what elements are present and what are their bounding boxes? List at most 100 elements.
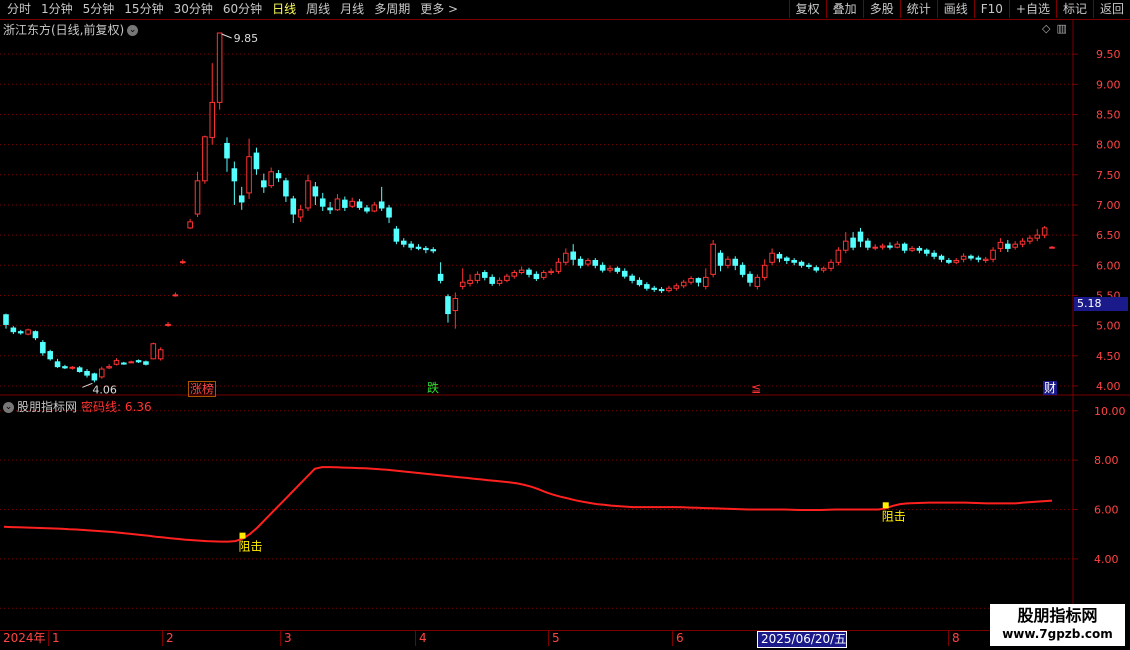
candle-body (180, 261, 186, 264)
candle-body (894, 243, 901, 248)
indicator-tick-label: 6.00 (1094, 504, 1119, 517)
password-line (3, 466, 1053, 543)
event-tag[interactable]: 涨榜 (188, 381, 217, 397)
price-tick-label: 9.50 (1096, 48, 1121, 61)
watermark-title: 股朋指标网 (1017, 606, 1098, 625)
candle-body (526, 269, 532, 275)
candle-body (997, 241, 1004, 249)
candle-body (1019, 240, 1026, 245)
candle-body (371, 204, 378, 212)
price-tick-label: 7.00 (1096, 199, 1121, 212)
candle-body (658, 288, 665, 292)
candle-body (10, 327, 17, 333)
candle-body (835, 249, 842, 263)
current-price-tag: 5.18 (1074, 297, 1128, 311)
event-tag[interactable]: ≦ (750, 381, 762, 395)
candle-body (91, 373, 98, 381)
candle-body (651, 287, 658, 290)
candle-body (268, 171, 274, 187)
candle-body (673, 285, 680, 289)
watermark: 股朋指标网 www.7gpzb.com (990, 604, 1125, 646)
candle-body (467, 279, 473, 284)
candle-body (710, 243, 716, 275)
price-tick-label: 6.50 (1096, 229, 1121, 242)
candle-body (496, 279, 503, 284)
candle-body (901, 243, 908, 251)
price-tick-label: 5.00 (1096, 320, 1121, 333)
candle-body (879, 245, 886, 248)
signal-label: 阻击 (882, 509, 906, 523)
candle-body (1005, 243, 1011, 249)
candle-body (813, 267, 820, 271)
date-label: 4 (415, 631, 427, 646)
candle-body (960, 255, 967, 260)
candle-body (769, 252, 775, 263)
candle-body (953, 259, 960, 263)
candle-body (32, 331, 39, 339)
price-tick-label: 4.00 (1096, 380, 1121, 393)
candle-body (157, 349, 164, 360)
candle-body (135, 360, 142, 363)
candle-body (938, 255, 945, 260)
candle-body (386, 207, 392, 218)
event-tag[interactable]: 跌 (426, 381, 440, 395)
candle-body (1012, 243, 1018, 248)
candle-body (482, 272, 488, 278)
date-label: 2024年 (3, 631, 46, 645)
candle-body (216, 32, 223, 103)
date-label: 3 (280, 631, 292, 646)
candle-body (577, 258, 584, 266)
candle-body (754, 276, 761, 287)
candle-body (437, 273, 444, 281)
candle-body (209, 101, 216, 138)
candle-body (784, 257, 790, 261)
candle-body (585, 259, 591, 265)
candle-body (246, 156, 252, 194)
candle-body (504, 275, 510, 281)
candle-body (621, 270, 628, 277)
candle-body (747, 273, 753, 283)
candle-body (518, 269, 525, 274)
candle-body (761, 264, 768, 278)
password-line-value: 密码线: 6.36 (81, 400, 152, 414)
date-label: 8 (948, 631, 960, 646)
candle-body (172, 294, 179, 297)
candle-body (297, 209, 304, 218)
candle-body (3, 314, 9, 325)
chevron-down-icon[interactable]: ⌄ (3, 402, 14, 413)
candle-body (688, 278, 694, 283)
candle-body (923, 249, 930, 254)
signal-marker (882, 502, 889, 509)
candle-body (990, 249, 996, 260)
date-label: 2 (162, 631, 174, 646)
candle-body (25, 329, 31, 335)
candle-body (946, 259, 952, 263)
candle-body (636, 279, 643, 286)
candle-body (1041, 227, 1048, 236)
candle-body (445, 296, 451, 315)
event-tag[interactable]: 财 (1043, 381, 1058, 395)
candle-body (1049, 246, 1055, 249)
kline-chart[interactable]: 9.509.008.508.007.507.006.506.005.505.00… (0, 0, 1130, 650)
candle-body (857, 231, 864, 242)
indicator-tick-label: 10.00 (1094, 405, 1126, 418)
signal-label: 阻击 (239, 540, 263, 554)
candle-body (47, 351, 53, 360)
candle-body (459, 281, 466, 287)
candle-body (319, 198, 326, 207)
candle-body (253, 152, 260, 170)
candle-body (76, 367, 83, 372)
candle-body (511, 272, 518, 277)
candle-body (342, 199, 348, 208)
candle-body (231, 168, 238, 182)
candle-body (238, 195, 245, 203)
candle-body (452, 297, 459, 312)
candle-body (703, 276, 709, 287)
candle-body (415, 246, 422, 249)
candle-body (732, 258, 739, 266)
candle-body (563, 252, 569, 263)
candle-body (430, 249, 437, 252)
candle-body (474, 273, 481, 281)
candle-body (717, 252, 724, 266)
price-tick-label: 6.00 (1096, 259, 1121, 272)
